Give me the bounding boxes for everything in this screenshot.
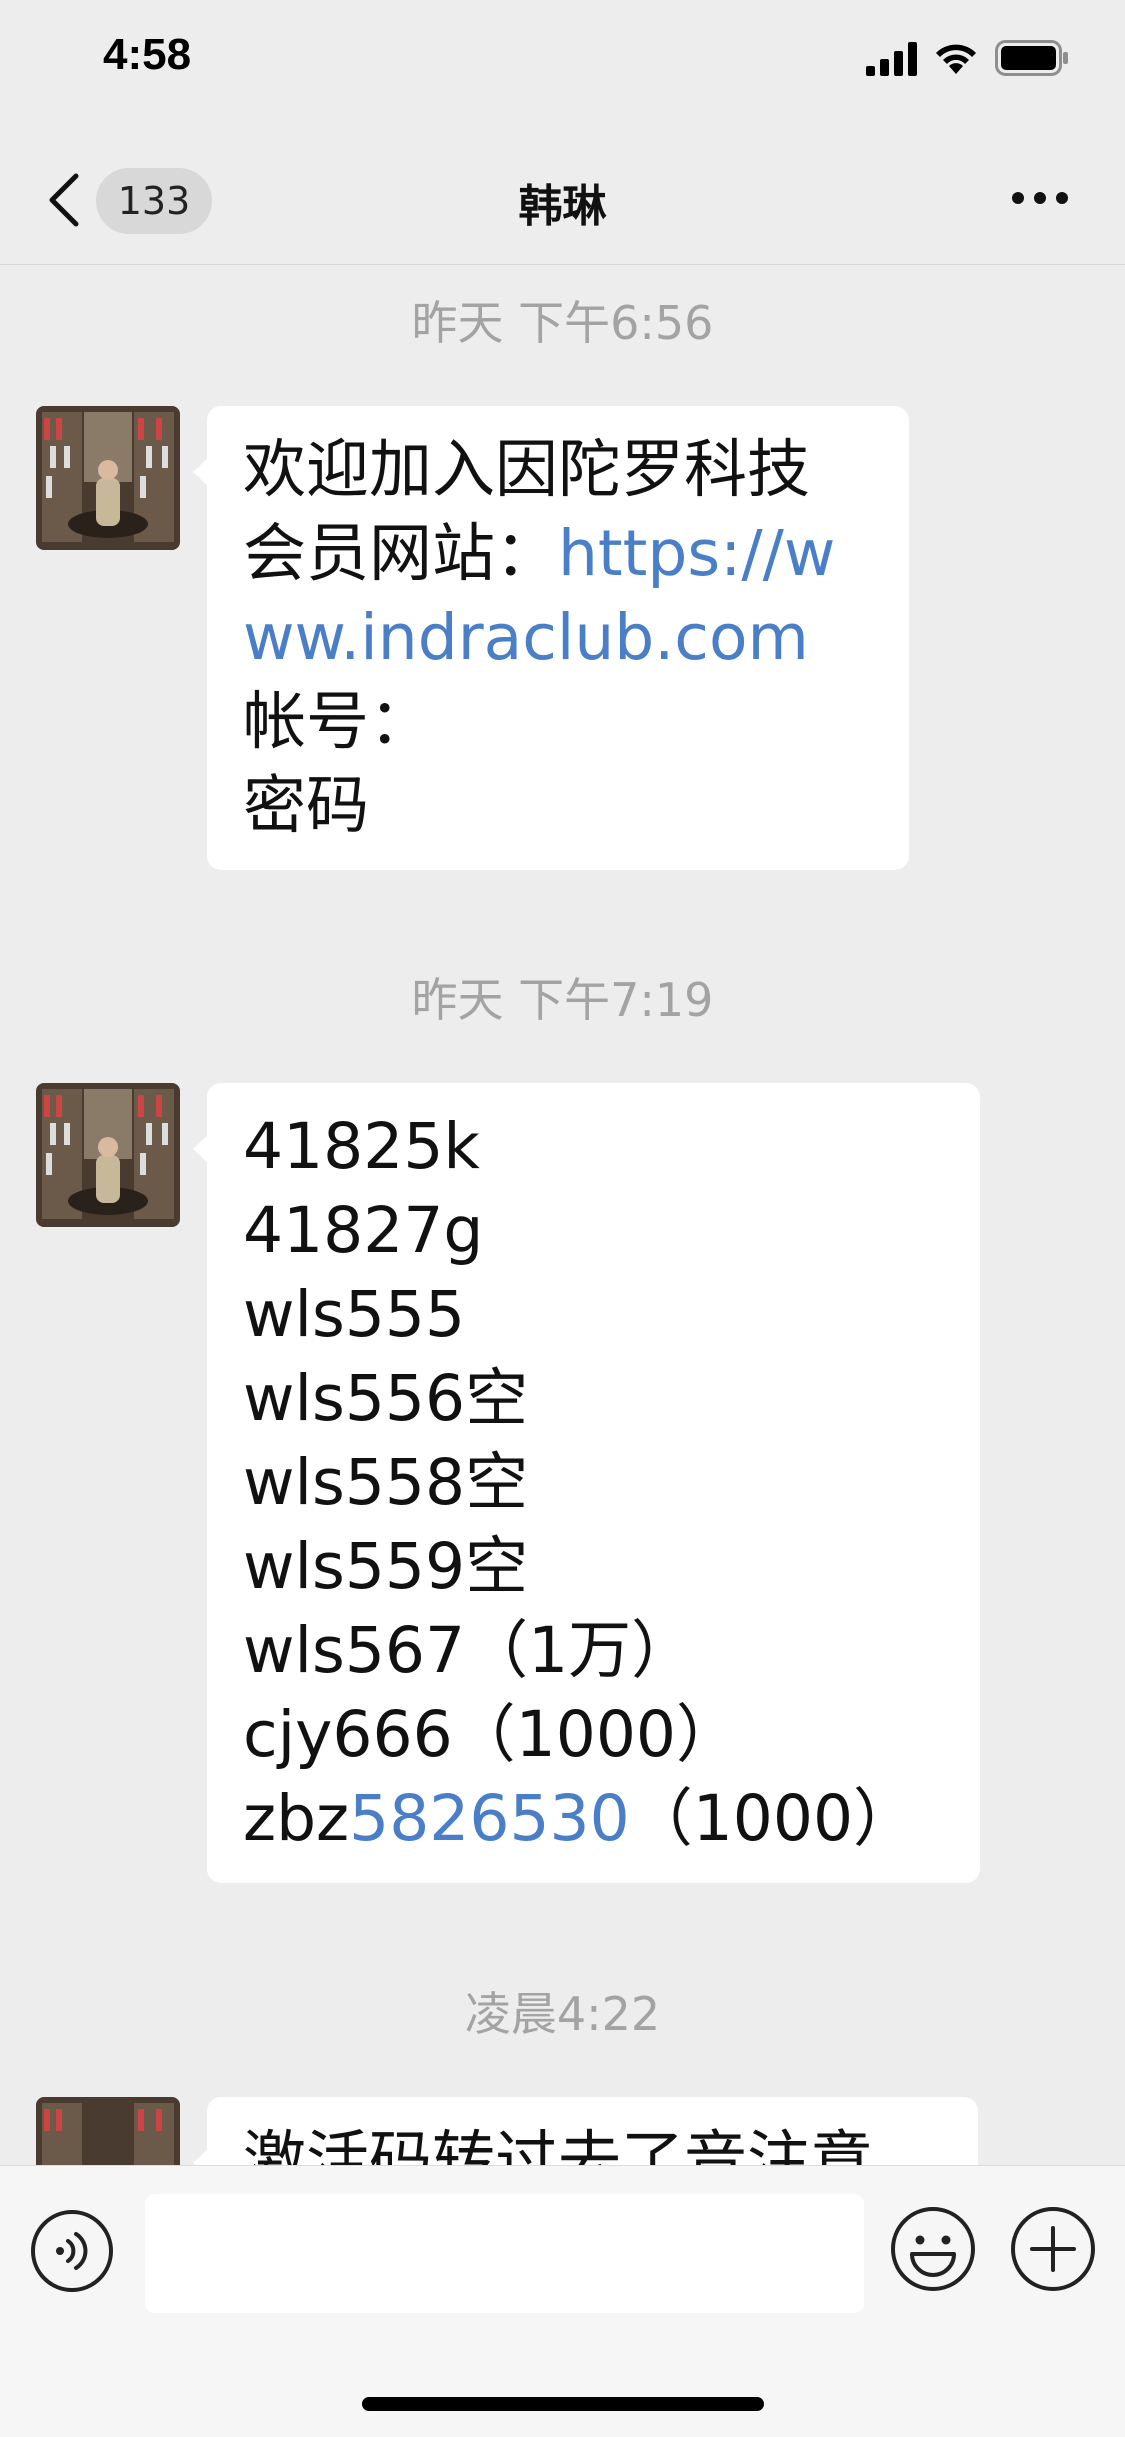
message-line: wls558空 [243, 1446, 529, 1519]
message-line: wls556空 [243, 1362, 529, 1435]
cellular-signal-icon [866, 42, 917, 76]
emoji-icon[interactable] [890, 2206, 976, 2292]
more-dots-icon[interactable] [1010, 188, 1070, 208]
avatar-photo [36, 406, 180, 550]
battery-icon [995, 40, 1068, 76]
message-bubble[interactable]: 41825k 41827g wls555 wls556空 wls558空 wls… [193, 1083, 980, 1883]
message-line: 激活码转过去了音注意 [243, 2124, 873, 2165]
message-text: （1000） [629, 1782, 917, 1855]
message-timestamp: 昨天 下午7:19 [411, 973, 714, 1027]
plus-icon[interactable] [1010, 2206, 1096, 2292]
message-timestamp: 昨天 下午6:56 [411, 296, 714, 350]
message-line: 41827g [243, 1194, 484, 1267]
message-bubble[interactable]: 欢迎加入因陀罗科技 会员网站：https://w ww.indraclub.co… [193, 406, 909, 870]
avatar-photo [36, 1083, 180, 1227]
message-line: 密码 [243, 769, 369, 842]
avatar[interactable] [36, 1083, 180, 1227]
voice-icon[interactable] [30, 2209, 114, 2293]
status-bar: 4:58 [0, 0, 1125, 120]
avatar-photo [36, 2097, 180, 2165]
wifi-icon [936, 44, 976, 74]
avatar[interactable] [36, 406, 180, 550]
message-line: wls567（1万） [243, 1614, 695, 1687]
message-text: zbz [243, 1782, 350, 1855]
message-link[interactable]: https://w [558, 517, 835, 590]
chat-title: 韩琳 [518, 181, 607, 232]
status-time: 4:58 [103, 30, 192, 79]
message-line: wls555 [243, 1278, 466, 1351]
phone-number-link[interactable]: 5826530 [349, 1782, 630, 1855]
message-line: 41825k [243, 1110, 480, 1183]
message-link[interactable]: ww.indraclub.com [243, 596, 871, 680]
message-line: 帐号： [243, 685, 432, 758]
message-line: 会员网站：https://w [243, 512, 871, 596]
message-line: 欢迎加入因陀罗科技 [243, 433, 810, 506]
message-input[interactable] [145, 2194, 864, 2313]
message-list[interactable]: 昨天 下午6:56 欢迎加入因陀罗科技 会员网站：https://w ww.in… [0, 265, 1125, 2165]
message-bubble[interactable]: 激活码转过去了音注意 [193, 2097, 978, 2165]
message-line: wls559空 [243, 1530, 529, 1603]
message-text: 会员网站： [243, 517, 558, 590]
home-indicator[interactable] [362, 2397, 764, 2411]
message-line: cjy666（1000） [243, 1698, 740, 1771]
message-timestamp: 凌晨4:22 [464, 1987, 661, 2041]
message-line: zbz5826530（1000） [243, 1777, 942, 1861]
chat-header: 133 韩琳 [0, 130, 1125, 265]
avatar[interactable] [36, 2097, 180, 2165]
